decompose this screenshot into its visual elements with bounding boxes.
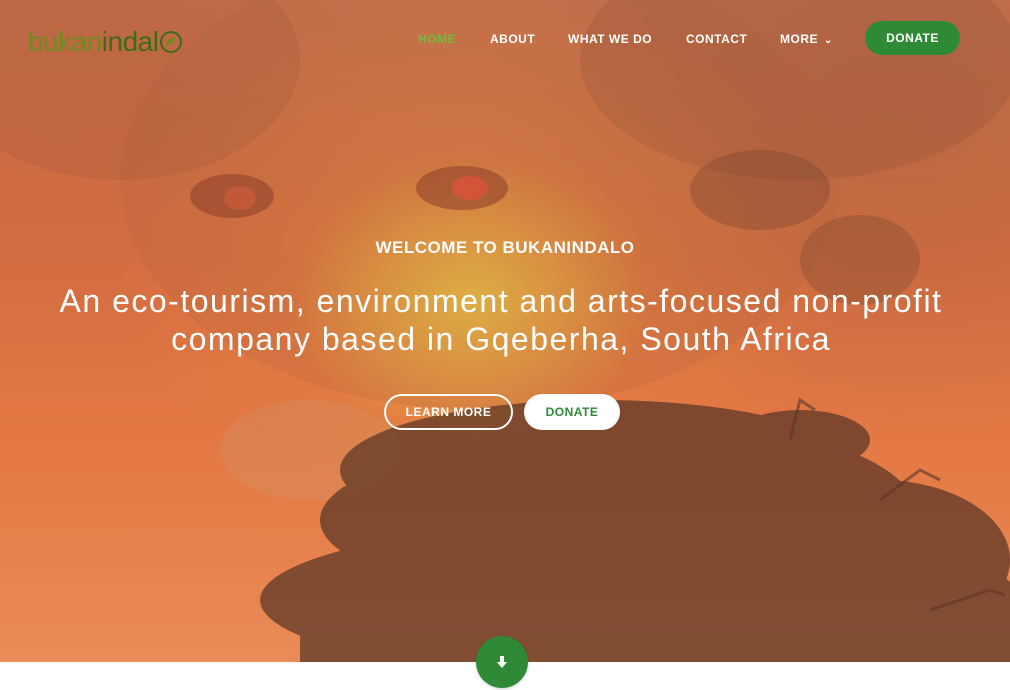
- nav-more[interactable]: MORE ⌄: [780, 30, 833, 50]
- learn-more-button[interactable]: LEARN MORE: [384, 394, 513, 430]
- nav-more-label: MORE: [780, 32, 818, 46]
- hero-headline-line1: An eco-tourism, environment and arts-foc…: [59, 283, 943, 319]
- tree-silhouette: [260, 400, 1010, 662]
- hero-headline: An eco-tourism, environment and arts-foc…: [20, 282, 982, 358]
- hero-headline-line2: company based in Gqeberha, South Africa: [171, 321, 831, 357]
- lion-eye-right: [416, 166, 508, 210]
- hero-kicker: WELCOME TO BUKANINDALO: [375, 238, 635, 257]
- arrow-down-icon: [497, 656, 507, 668]
- chevron-down-icon: ⌄: [824, 35, 833, 46]
- nav-about[interactable]: ABOUT: [490, 30, 535, 48]
- nav-what-we-do[interactable]: WHAT WE DO: [568, 30, 652, 48]
- nav-donate-button[interactable]: DONATE: [865, 21, 960, 55]
- nav-home[interactable]: HOME: [418, 30, 456, 48]
- hero-donate-button[interactable]: DONATE: [524, 394, 620, 430]
- lion-eye-left: [190, 174, 274, 218]
- nav-contact[interactable]: CONTACT: [686, 30, 747, 48]
- scroll-down-button[interactable]: [476, 636, 528, 688]
- main-nav: HOME ABOUT WHAT WE DO CONTACT MORE ⌄: [0, 30, 1010, 50]
